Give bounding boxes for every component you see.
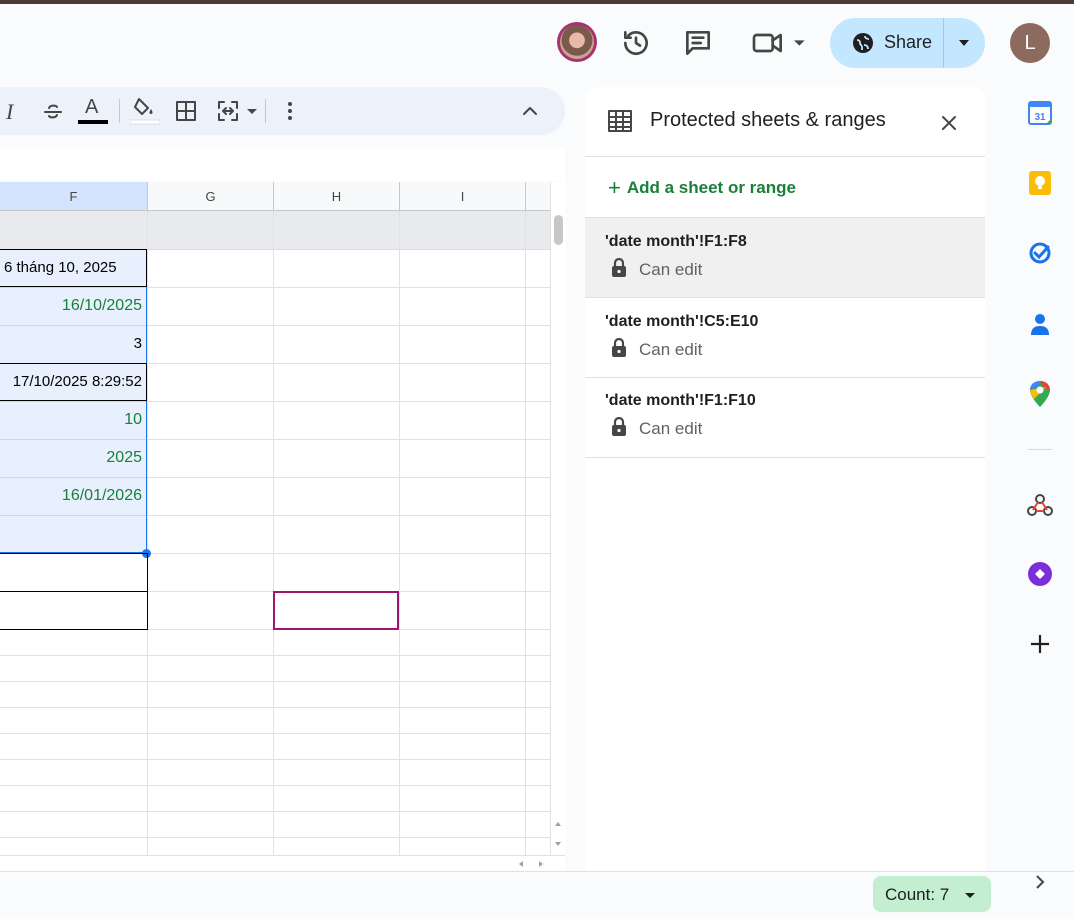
- cell-f7[interactable]: 16/01/2026: [0, 483, 146, 509]
- meet-icon[interactable]: [750, 27, 806, 59]
- protected-range-item[interactable]: 'date month'!C5:E10 Can edit: [585, 298, 985, 378]
- column-header-f[interactable]: F: [0, 182, 148, 211]
- range-label: 'date month'!F1:F8: [605, 233, 747, 250]
- scroll-down-icon[interactable]: [553, 839, 563, 849]
- add-sheet-or-range-link[interactable]: + Add a sheet or range: [608, 175, 796, 201]
- permission-label: Can edit: [639, 260, 703, 279]
- lock-icon: [611, 338, 627, 358]
- maps-icon[interactable]: [1029, 380, 1051, 408]
- table-grid-icon: [607, 109, 633, 133]
- share-label: Share: [884, 32, 933, 52]
- scroll-left-icon[interactable]: [516, 859, 526, 869]
- lock-icon: [611, 258, 627, 278]
- globe-icon: [851, 31, 875, 55]
- collaborator-avatar[interactable]: [557, 22, 597, 62]
- merge-cells-icon[interactable]: [216, 99, 262, 123]
- share-button[interactable]: Share: [830, 18, 985, 68]
- permission-label: Can edit: [639, 340, 703, 359]
- window-top-border: [0, 0, 1074, 4]
- protected-range-item[interactable]: 'date month'!F1:F8 Can edit: [585, 218, 985, 298]
- horizontal-scrollbar[interactable]: [0, 855, 565, 872]
- fill-color-icon[interactable]: [130, 95, 160, 127]
- italic-icon[interactable]: I: [6, 99, 13, 125]
- protected-range-item[interactable]: 'date month'!F1:F10 Can edit: [585, 377, 985, 457]
- close-icon[interactable]: [937, 111, 961, 135]
- bordered-cell[interactable]: [0, 591, 148, 630]
- contacts-icon[interactable]: [1028, 311, 1052, 337]
- comments-icon[interactable]: [682, 27, 714, 59]
- panel-title: Protected sheets & ranges: [650, 109, 886, 131]
- add-addon-icon[interactable]: [1029, 633, 1051, 655]
- column-header-i[interactable]: I: [400, 182, 526, 211]
- tasks-icon[interactable]: [1028, 241, 1052, 265]
- cell-f5[interactable]: 10: [0, 407, 146, 433]
- plus-icon: +: [608, 175, 621, 200]
- cell-f1[interactable]: 6 tháng 10, 2025: [0, 255, 146, 281]
- scroll-up-icon[interactable]: [553, 819, 563, 829]
- collapse-menus-icon[interactable]: [518, 99, 542, 123]
- toolbar: I A: [0, 87, 565, 135]
- scroll-thumb[interactable]: [554, 215, 563, 245]
- addon-icon[interactable]: [1027, 561, 1053, 587]
- borders-icon[interactable]: [174, 99, 198, 123]
- lock-icon: [611, 417, 627, 437]
- column-header-g[interactable]: G: [148, 182, 274, 211]
- spreadsheet-grid[interactable]: F G H I 6 tháng 10, 2025 16/10/2025 3 17…: [0, 182, 550, 855]
- text-color-icon[interactable]: A: [78, 95, 108, 127]
- account-avatar[interactable]: L: [1010, 23, 1050, 63]
- svg-text:31: 31: [1034, 112, 1046, 123]
- keep-icon[interactable]: [1028, 170, 1052, 196]
- calendar-icon[interactable]: 31: [1028, 100, 1052, 126]
- frozen-row: [0, 211, 550, 250]
- version-history-icon[interactable]: [620, 27, 652, 59]
- collaborator-cursor-cell[interactable]: [273, 591, 399, 630]
- expand-side-panel-icon[interactable]: [1032, 873, 1048, 891]
- formula-bar[interactable]: [0, 147, 565, 181]
- cell-f4[interactable]: 17/10/2025 8:29:52: [0, 369, 146, 395]
- strikethrough-icon[interactable]: [41, 100, 65, 124]
- permission-label: Can edit: [639, 419, 703, 438]
- chevron-down-icon: [963, 888, 977, 902]
- count-label: Count: 7: [885, 885, 950, 904]
- share-dropdown-icon[interactable]: [957, 36, 971, 50]
- cell-f3[interactable]: 3: [0, 331, 146, 357]
- protected-ranges-panel: Protected sheets & ranges + Add a sheet o…: [585, 87, 985, 871]
- count-summary-button[interactable]: Count: 7: [873, 876, 991, 912]
- more-options-icon[interactable]: [278, 99, 302, 123]
- webhook-icon[interactable]: [1027, 493, 1053, 517]
- scroll-right-icon[interactable]: [536, 859, 546, 869]
- cell-f2[interactable]: 16/10/2025: [0, 293, 146, 319]
- vertical-scrollbar[interactable]: [550, 182, 566, 855]
- range-label: 'date month'!C5:E10: [605, 313, 759, 330]
- cell-f6[interactable]: 2025: [0, 445, 146, 471]
- column-header-h[interactable]: H: [274, 182, 400, 211]
- range-label: 'date month'!F1:F10: [605, 392, 756, 409]
